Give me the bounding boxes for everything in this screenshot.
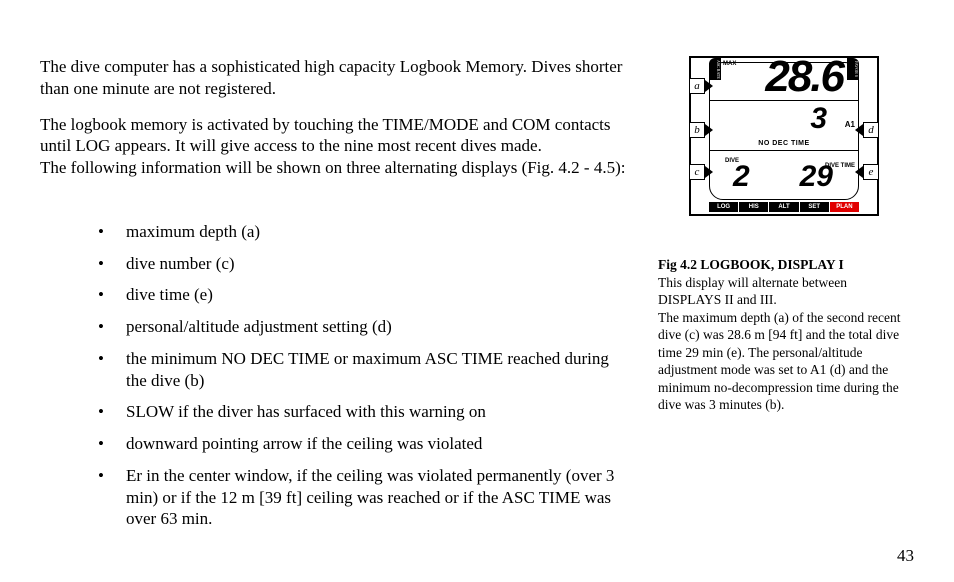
list-item: personal/altitude adjustment setting (d) (98, 316, 630, 338)
arrow-icon (705, 124, 713, 136)
list-item: maximum depth (a) (98, 221, 630, 243)
main-text-column: The dive computer has a sophisticated hi… (40, 56, 630, 540)
paragraph-instructions: The logbook memory is activated by touch… (40, 114, 630, 179)
max-label: MAX (723, 61, 736, 67)
dive-time-value: 29 (800, 160, 833, 194)
page: The dive computer has a sophisticated hi… (0, 0, 954, 582)
list-item: dive time (e) (98, 284, 630, 306)
figure-caption: Fig 4.2 LOGBOOK, DISPLAY I This display … (658, 256, 910, 414)
arrow-icon (855, 124, 863, 136)
mode-set: SET (800, 202, 830, 212)
page-number: 43 (897, 546, 914, 566)
figure-4-2: ASC RATE FAVOR S MAX 28.6 3 A1 NO DEC TI… (684, 56, 884, 216)
mode-alt: ALT (769, 202, 799, 212)
caption-body: This display will alternate between DISP… (658, 275, 901, 413)
mode-log: LOG (709, 202, 739, 212)
callout-e: e (863, 164, 879, 180)
no-dec-time-label: NO DEC TIME (691, 140, 877, 147)
right-column-label: FAVOR S (847, 58, 859, 80)
callout-b: b (689, 122, 705, 138)
left-column-label: ASC RATE (709, 58, 721, 80)
arrow-icon (705, 166, 713, 178)
list-item: the minimum NO DEC TIME or maximum ASC T… (98, 348, 630, 392)
caption-title: Fig 4.2 LOGBOOK, DISPLAY I (658, 257, 844, 272)
list-item: downward pointing arrow if the ceiling w… (98, 433, 630, 455)
arrow-icon (855, 166, 863, 178)
mode-his: HIS (739, 202, 769, 212)
side-column: ASC RATE FAVOR S MAX 28.6 3 A1 NO DEC TI… (658, 56, 910, 414)
paragraph-intro: The dive computer has a sophisticated hi… (40, 56, 630, 100)
no-dec-value: 3 (810, 102, 827, 136)
instruction-line-2: The following information will be shown … (40, 158, 625, 177)
instruction-line-1: The logbook memory is activated by touch… (40, 115, 611, 156)
list-item: SLOW if the diver has surfaced with this… (98, 401, 630, 423)
dive-number-value: 2 (733, 160, 750, 194)
arrow-icon (705, 80, 713, 92)
divider (709, 100, 859, 101)
callout-c: c (689, 164, 705, 180)
bullet-list: maximum depth (a) dive number (c) dive t… (40, 221, 630, 530)
max-depth-value: 28.6 (765, 52, 843, 102)
dive-computer-display: ASC RATE FAVOR S MAX 28.6 3 A1 NO DEC TI… (689, 56, 879, 216)
callout-d: d (863, 122, 879, 138)
list-item: Er in the center window, if the ceiling … (98, 465, 630, 530)
callout-a: a (689, 78, 705, 94)
mode-plan: PLAN (830, 202, 859, 212)
list-item: dive number (c) (98, 253, 630, 275)
two-column-layout: The dive computer has a sophisticated hi… (40, 56, 914, 540)
mode-bar: LOG HIS ALT SET PLAN (709, 202, 859, 212)
divider (709, 150, 859, 151)
a1-label: A1 (845, 120, 855, 129)
